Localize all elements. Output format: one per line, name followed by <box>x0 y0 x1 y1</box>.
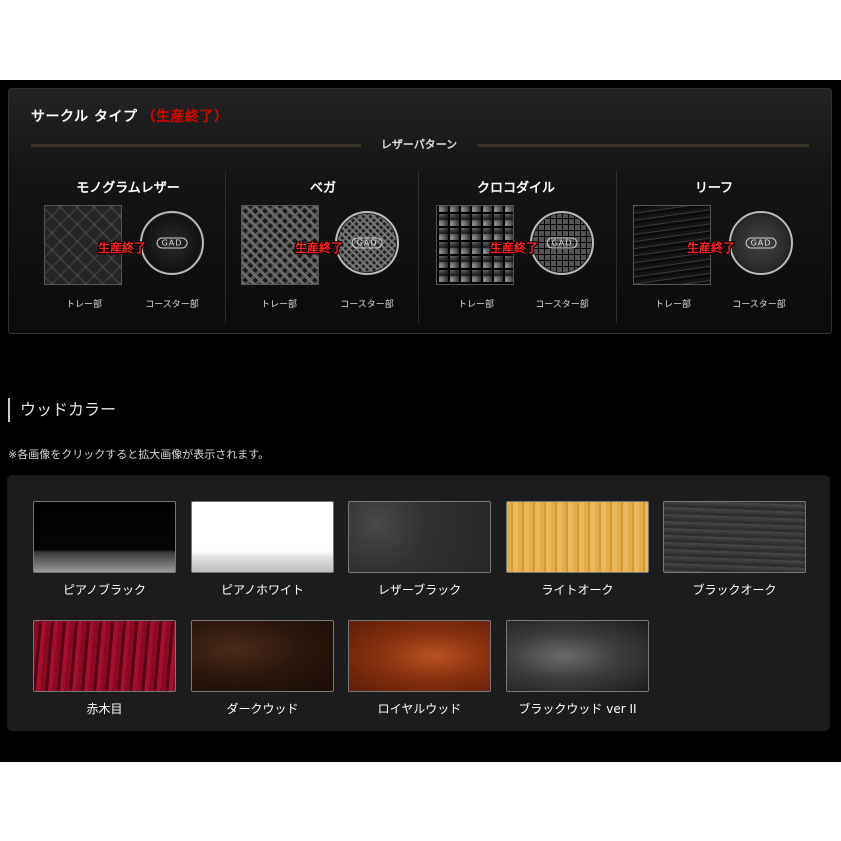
swatch-piano-white[interactable] <box>191 501 334 573</box>
coaster-logo: GAD <box>156 237 188 249</box>
swatch-dark-wood[interactable] <box>191 620 334 692</box>
coaster-caption: コースター部 <box>535 300 589 310</box>
swatch-label: レザーブラック <box>377 583 462 597</box>
swatch-label: 赤木目 <box>86 702 123 716</box>
discontinued-stamp: 生産終了 <box>490 241 539 255</box>
swatch-label: ブラックウッド ver II <box>518 702 637 716</box>
wood-color-panel: ピアノブラック ピアノホワイト レザーブラック ライトオーク ブラックオーク 赤… <box>7 475 830 731</box>
swatch-red-grain[interactable] <box>33 620 176 692</box>
divider-right <box>477 144 809 147</box>
coaster-image[interactable]: GAD <box>729 211 793 275</box>
discontinued-stamp: 生産終了 <box>295 241 344 255</box>
discontinued-note: （生産終了） <box>141 109 229 125</box>
click-hint: ※各画像をクリックすると拡大画像が表示されます。 <box>8 448 270 461</box>
leather-name: クロコダイル <box>476 181 555 196</box>
coaster-image[interactable]: GAD <box>530 211 594 275</box>
tray-caption: トレー部 <box>65 300 102 310</box>
swatch-label: ロイヤルウッド <box>377 702 462 716</box>
swatch-piano-black[interactable] <box>33 501 176 573</box>
leather-name: ベガ <box>309 181 336 196</box>
leather-name: リーフ <box>694 181 734 196</box>
leather-item-leaf: リーフ GAD 生産終了 トレー部 コースター部 <box>616 171 812 323</box>
swatch-label: ライトオーク <box>541 583 614 597</box>
swatch-label: ピアノブラック <box>63 583 146 597</box>
swatch-label: ブラックオーク <box>692 583 777 597</box>
swatch-black-oak[interactable] <box>663 501 806 573</box>
content-area: サークル タイプ （生産終了） レザーパターン モノグラムレザー GAD 生産終了… <box>0 80 841 762</box>
tray-caption: トレー部 <box>260 300 297 310</box>
tray-caption: トレー部 <box>654 300 691 310</box>
wood-color-heading: ウッドカラー <box>8 398 116 422</box>
leather-name: モノグラムレザー <box>76 181 180 196</box>
leather-item-monogram: モノグラムレザー GAD 生産終了 トレー部 コースター部 <box>30 171 226 323</box>
swatch-royal-wood[interactable] <box>348 620 491 692</box>
tray-caption: トレー部 <box>457 300 494 310</box>
pattern-label: レザーパターン <box>380 138 458 151</box>
coaster-logo: GAD <box>351 237 383 249</box>
swatch-black-wood-ver2[interactable] <box>506 620 649 692</box>
circle-type-panel: サークル タイプ （生産終了） レザーパターン モノグラムレザー GAD 生産終了… <box>8 88 832 334</box>
discontinued-stamp: 生産終了 <box>98 241 147 255</box>
coaster-logo: GAD <box>546 237 578 249</box>
panel-title: サークル タイプ （生産終了） <box>31 106 228 126</box>
coaster-logo: GAD <box>745 237 777 249</box>
panel-title-text: サークル タイプ <box>31 109 138 125</box>
swatch-light-oak[interactable] <box>506 501 649 573</box>
leather-item-crocodile: クロコダイル GAD 生産終了 トレー部 コースター部 <box>418 171 614 323</box>
coaster-caption: コースター部 <box>145 300 199 310</box>
leather-item-vega: ベガ GAD 生産終了 トレー部 コースター部 <box>225 171 421 323</box>
coaster-caption: コースター部 <box>340 300 394 310</box>
coaster-caption: コースター部 <box>732 300 786 310</box>
divider-left <box>31 144 361 147</box>
coaster-image[interactable]: GAD <box>140 211 204 275</box>
swatch-leather-black[interactable] <box>348 501 491 573</box>
swatch-label: ダークウッド <box>226 702 299 716</box>
swatch-label: ピアノホワイト <box>221 583 304 597</box>
discontinued-stamp: 生産終了 <box>687 241 736 255</box>
coaster-image[interactable]: GAD <box>335 211 399 275</box>
